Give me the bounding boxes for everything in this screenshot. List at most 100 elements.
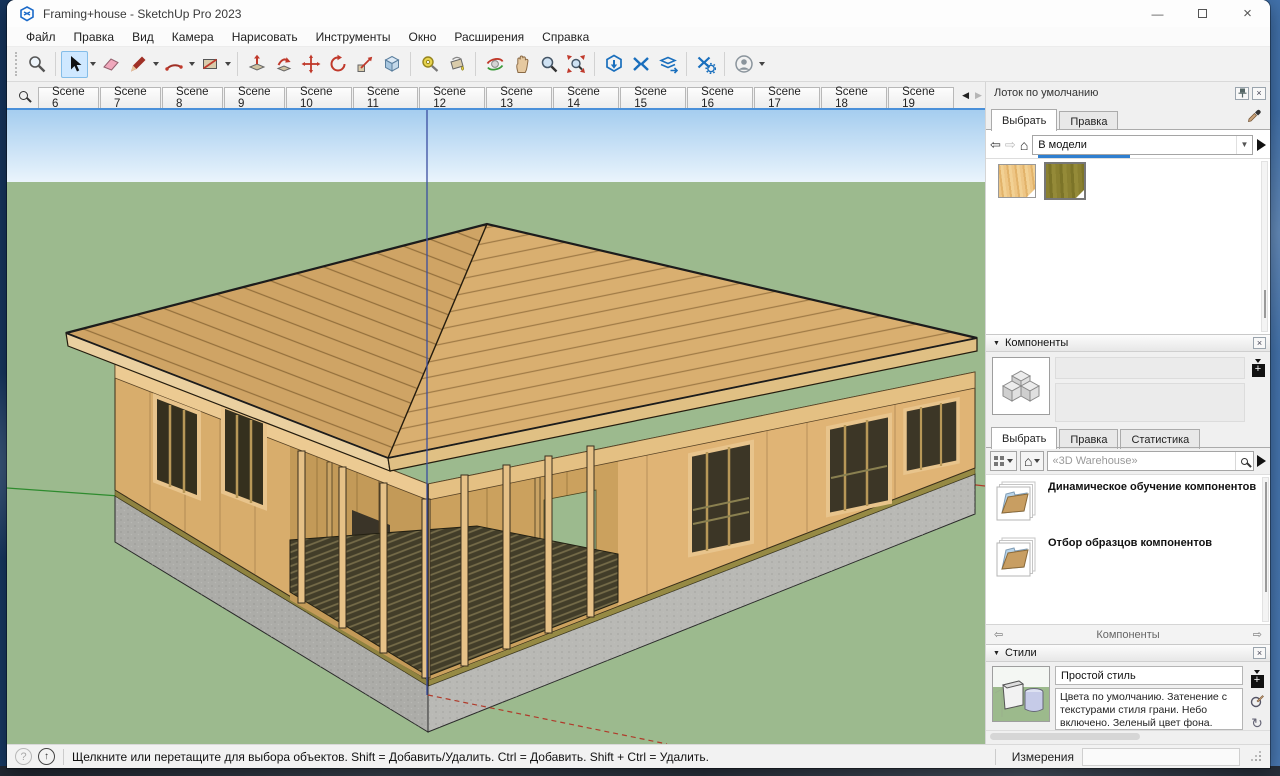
account-caret[interactable] bbox=[757, 52, 766, 77]
scene-tab[interactable]: Scene 18 bbox=[821, 87, 887, 108]
materials-tab-select[interactable]: Выбрать bbox=[991, 109, 1057, 131]
materials-details-icon[interactable] bbox=[1257, 139, 1266, 151]
tray-close-icon[interactable]: × bbox=[1252, 87, 1266, 100]
component-folder-item[interactable]: Динамическое обучение компонентов bbox=[994, 479, 1260, 525]
scale-tool-icon[interactable] bbox=[351, 51, 378, 78]
warehouse-download-icon[interactable] bbox=[600, 51, 627, 78]
maximize-button[interactable] bbox=[1180, 0, 1225, 27]
push-pull-tool-icon[interactable] bbox=[243, 51, 270, 78]
toolbar-grip[interactable] bbox=[15, 52, 19, 76]
paint-bucket-tool-icon[interactable] bbox=[443, 51, 470, 78]
eraser-tool-icon[interactable] bbox=[97, 51, 124, 78]
components-close-icon[interactable]: × bbox=[1253, 337, 1266, 349]
styles-refresh-icon[interactable]: ↻ bbox=[1251, 717, 1263, 729]
tape-measure-tool-icon[interactable] bbox=[416, 51, 443, 78]
help-icon[interactable]: ? bbox=[15, 748, 32, 765]
component-description-field[interactable] bbox=[1055, 383, 1245, 422]
zoom-window-tool-icon[interactable] bbox=[23, 51, 50, 78]
rectangle-tool-icon[interactable] bbox=[196, 51, 223, 78]
make-component-tool-icon[interactable] bbox=[378, 51, 405, 78]
menu-window[interactable]: Окно bbox=[399, 28, 445, 46]
share-model-icon[interactable] bbox=[654, 51, 681, 78]
components-section-header[interactable]: ▼ Компоненты × bbox=[986, 334, 1270, 352]
arc-tool-icon[interactable] bbox=[160, 51, 187, 78]
scene-tab[interactable]: Scene 8 bbox=[162, 87, 223, 108]
zoom-tool-icon[interactable] bbox=[535, 51, 562, 78]
minimize-button[interactable]: — bbox=[1135, 0, 1180, 27]
components-search-icon[interactable] bbox=[1235, 452, 1253, 470]
style-preview[interactable] bbox=[992, 666, 1050, 722]
material-swatch-light-wood[interactable] bbox=[998, 164, 1036, 198]
components-secondary-pane-icon[interactable]: + bbox=[1250, 357, 1266, 422]
tray-pin-icon[interactable] bbox=[1235, 87, 1249, 100]
components-view-options-icon[interactable] bbox=[990, 451, 1017, 471]
resize-grip[interactable] bbox=[1252, 752, 1262, 762]
style-name-field[interactable]: Простой стиль bbox=[1055, 666, 1243, 685]
styles-close-icon[interactable]: × bbox=[1253, 647, 1266, 659]
scene-tabs-prev-icon[interactable]: ◀ bbox=[959, 90, 972, 101]
scene-tab[interactable]: Scene 10 bbox=[286, 87, 352, 108]
scene-tab[interactable]: Scene 7 bbox=[100, 87, 161, 108]
menu-file[interactable]: Файл bbox=[17, 28, 65, 46]
scene-tab[interactable]: Scene 17 bbox=[754, 87, 820, 108]
materials-tab-edit[interactable]: Правка bbox=[1059, 111, 1118, 131]
material-swatch-olive-wood[interactable] bbox=[1044, 162, 1086, 200]
styles-section-header[interactable]: ▼ Стили × bbox=[986, 644, 1270, 662]
select-tool-icon[interactable] bbox=[61, 51, 88, 78]
scene-tab[interactable]: Scene 6 bbox=[38, 87, 99, 108]
move-tool-icon[interactable] bbox=[297, 51, 324, 78]
rectangle-tool-caret[interactable] bbox=[223, 52, 232, 77]
menu-help[interactable]: Справка bbox=[533, 28, 598, 46]
scene-tab[interactable]: Scene 19 bbox=[888, 87, 954, 108]
materials-home-icon[interactable]: ⌂ bbox=[1020, 137, 1028, 153]
menu-edit[interactable]: Правка bbox=[65, 28, 124, 46]
select-tool-caret[interactable] bbox=[88, 52, 97, 77]
components-tab-statistics[interactable]: Статистика bbox=[1120, 429, 1200, 449]
component-folder-item[interactable]: Отбор образцов компонентов bbox=[994, 535, 1260, 581]
component-name-field[interactable] bbox=[1055, 357, 1245, 379]
scene-tab[interactable]: Scene 9 bbox=[224, 87, 285, 108]
geolocation-icon[interactable]: ↑ bbox=[38, 748, 55, 765]
scene-tab[interactable]: Scene 11 bbox=[353, 87, 418, 108]
sample-paint-icon[interactable] bbox=[1247, 108, 1262, 126]
extension-manager-icon[interactable] bbox=[692, 51, 719, 78]
styles-secondary-pane-icon[interactable]: + bbox=[1249, 668, 1265, 688]
close-button[interactable]: × bbox=[1225, 0, 1270, 27]
menu-draw[interactable]: Нарисовать bbox=[223, 28, 307, 46]
components-tab-edit[interactable]: Правка bbox=[1059, 429, 1118, 449]
styles-edit-icon[interactable] bbox=[1250, 694, 1264, 711]
materials-scrollbar[interactable] bbox=[1261, 161, 1268, 332]
orbit-tool-icon[interactable] bbox=[481, 51, 508, 78]
materials-forward-icon[interactable]: ⇨ bbox=[1005, 137, 1016, 153]
pan-tool-icon[interactable] bbox=[508, 51, 535, 78]
follow-me-tool-icon[interactable] bbox=[270, 51, 297, 78]
scene-tab[interactable]: Scene 14 bbox=[553, 87, 619, 108]
components-home-icon[interactable]: ⌂ bbox=[1020, 451, 1044, 471]
components-tab-select[interactable]: Выбрать bbox=[991, 427, 1057, 449]
scene-tab[interactable]: Scene 13 bbox=[486, 87, 552, 108]
components-collapse-icon[interactable]: ▼ bbox=[993, 340, 1000, 347]
scene-tabs-next-icon[interactable]: ▶ bbox=[972, 90, 985, 101]
rotate-tool-icon[interactable] bbox=[324, 51, 351, 78]
menu-camera[interactable]: Камера bbox=[163, 28, 223, 46]
line-tool-caret[interactable] bbox=[151, 52, 160, 77]
materials-back-icon[interactable]: ⇦ bbox=[990, 137, 1001, 153]
components-list[interactable]: Динамическое обучение компонентов Отбор … bbox=[986, 474, 1270, 624]
menu-tools[interactable]: Инструменты bbox=[307, 28, 400, 46]
components-footer-back-icon[interactable]: ⇦ bbox=[994, 628, 1003, 641]
scene-tab[interactable]: Scene 16 bbox=[687, 87, 753, 108]
measurements-input[interactable] bbox=[1082, 748, 1240, 766]
tray-horizontal-scrollbar[interactable] bbox=[986, 730, 1270, 742]
extension-warehouse-icon[interactable] bbox=[627, 51, 654, 78]
scene-tab[interactable]: Scene 12 bbox=[419, 87, 485, 108]
components-footer-forward-icon[interactable]: ⇨ bbox=[1253, 628, 1262, 641]
arc-tool-caret[interactable] bbox=[187, 52, 196, 77]
styles-collapse-icon[interactable]: ▼ bbox=[993, 650, 1000, 657]
components-scrollbar[interactable] bbox=[1262, 477, 1269, 622]
account-icon[interactable] bbox=[730, 51, 757, 78]
scene-tab[interactable]: Scene 15 bbox=[620, 87, 686, 108]
viewport-canvas[interactable] bbox=[7, 108, 985, 744]
menu-extensions[interactable]: Расширения bbox=[445, 28, 533, 46]
components-search-input[interactable] bbox=[1048, 455, 1235, 467]
line-tool-icon[interactable] bbox=[124, 51, 151, 78]
